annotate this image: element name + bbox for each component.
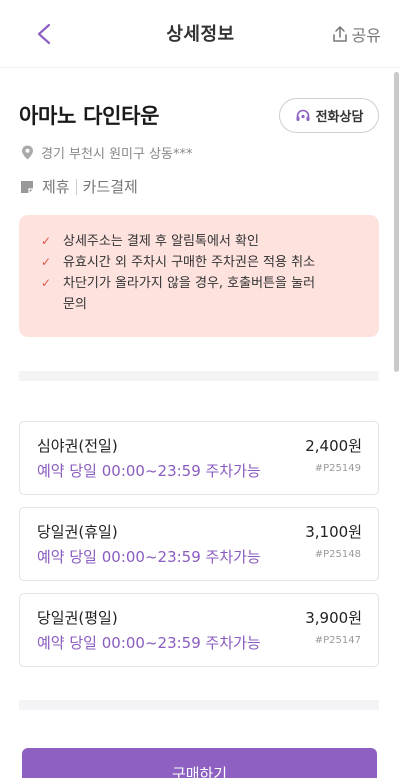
address-text: 경기 부천시 원미구 상동*** xyxy=(41,147,193,162)
ticket-card[interactable]: 당일권(평일) 예약 당일 00:00~23:59 주차가능 3,900원 #P… xyxy=(19,593,379,667)
address-row: 경기 부천시 원미구 상동*** xyxy=(21,143,193,162)
share-icon xyxy=(332,26,347,42)
notice-text: 상세주소는 결제 후 알림톡에서 확인 xyxy=(63,234,259,249)
share-label: 공유 xyxy=(351,26,381,45)
call-consult-label: 전화상담 xyxy=(315,110,364,125)
section-divider xyxy=(19,700,379,710)
call-consult-button[interactable]: 전화상담 xyxy=(279,98,379,133)
ticket-name: 당일권(휴일) xyxy=(37,523,118,541)
ticket-name: 당일권(평일) xyxy=(37,609,118,627)
tags-row: 제휴 카드결제 xyxy=(20,176,138,197)
ticket-code: #P25149 xyxy=(314,463,361,474)
ticket-price: 2,400원 xyxy=(305,437,362,455)
ticket-card[interactable]: 심야권(전일) 예약 당일 00:00~23:59 주차가능 2,400원 #P… xyxy=(19,421,379,495)
notice-item-continued: 문의 xyxy=(41,294,359,315)
ticket-price: 3,900원 xyxy=(305,609,362,627)
purchase-button[interactable]: 구매하기 xyxy=(22,748,377,778)
ticket-code: #P25148 xyxy=(314,549,361,560)
location-pin-icon xyxy=(22,145,33,160)
notice-text: 차단기가 올라가지 않을 경우, 호출버튼을 눌러 xyxy=(63,276,316,291)
notice-item: ✓ 유효시간 외 주차시 구매한 주차권은 적용 취소 xyxy=(41,252,359,273)
ticket-card[interactable]: 당일권(휴일) 예약 당일 00:00~23:59 주차가능 3,100원 #P… xyxy=(19,507,379,581)
check-icon: ✓ xyxy=(41,255,52,269)
share-button[interactable]: 공유 xyxy=(331,22,381,46)
headset-icon xyxy=(296,109,310,121)
ticket-description: 예약 당일 00:00~23:59 주차가능 xyxy=(37,462,261,480)
tag-affiliate: 제휴 xyxy=(42,178,70,196)
notice-text: 유효시간 외 주차시 구매한 주차권은 적용 취소 xyxy=(63,255,316,270)
check-icon: ✓ xyxy=(41,234,52,248)
tag-icon xyxy=(21,180,33,193)
section-divider xyxy=(19,371,379,381)
ticket-price: 3,100원 xyxy=(305,523,362,541)
ticket-code: #P25147 xyxy=(314,635,361,646)
tag-divider xyxy=(75,178,77,195)
notice-item: ✓ 차단기가 올라가지 않을 경우, 호출버튼을 눌러 xyxy=(41,273,359,294)
check-icon: ✓ xyxy=(41,276,52,290)
notice-box: ✓ 상세주소는 결제 후 알림톡에서 확인 ✓ 유효시간 외 주차시 구매한 주… xyxy=(19,215,379,337)
notice-text: 문의 xyxy=(63,297,87,312)
ticket-description: 예약 당일 00:00~23:59 주차가능 xyxy=(37,634,261,652)
ticket-description: 예약 당일 00:00~23:59 주차가능 xyxy=(37,548,261,566)
notice-item: ✓ 상세주소는 결제 후 알림톡에서 확인 xyxy=(41,231,359,252)
top-header: 상세정보 공유 xyxy=(0,0,401,68)
ticket-name: 심야권(전일) xyxy=(37,437,118,455)
tag-card-payment: 카드결제 xyxy=(82,178,138,196)
scrollbar[interactable] xyxy=(394,72,399,372)
place-name: 아마노 다인타운 xyxy=(19,104,160,128)
